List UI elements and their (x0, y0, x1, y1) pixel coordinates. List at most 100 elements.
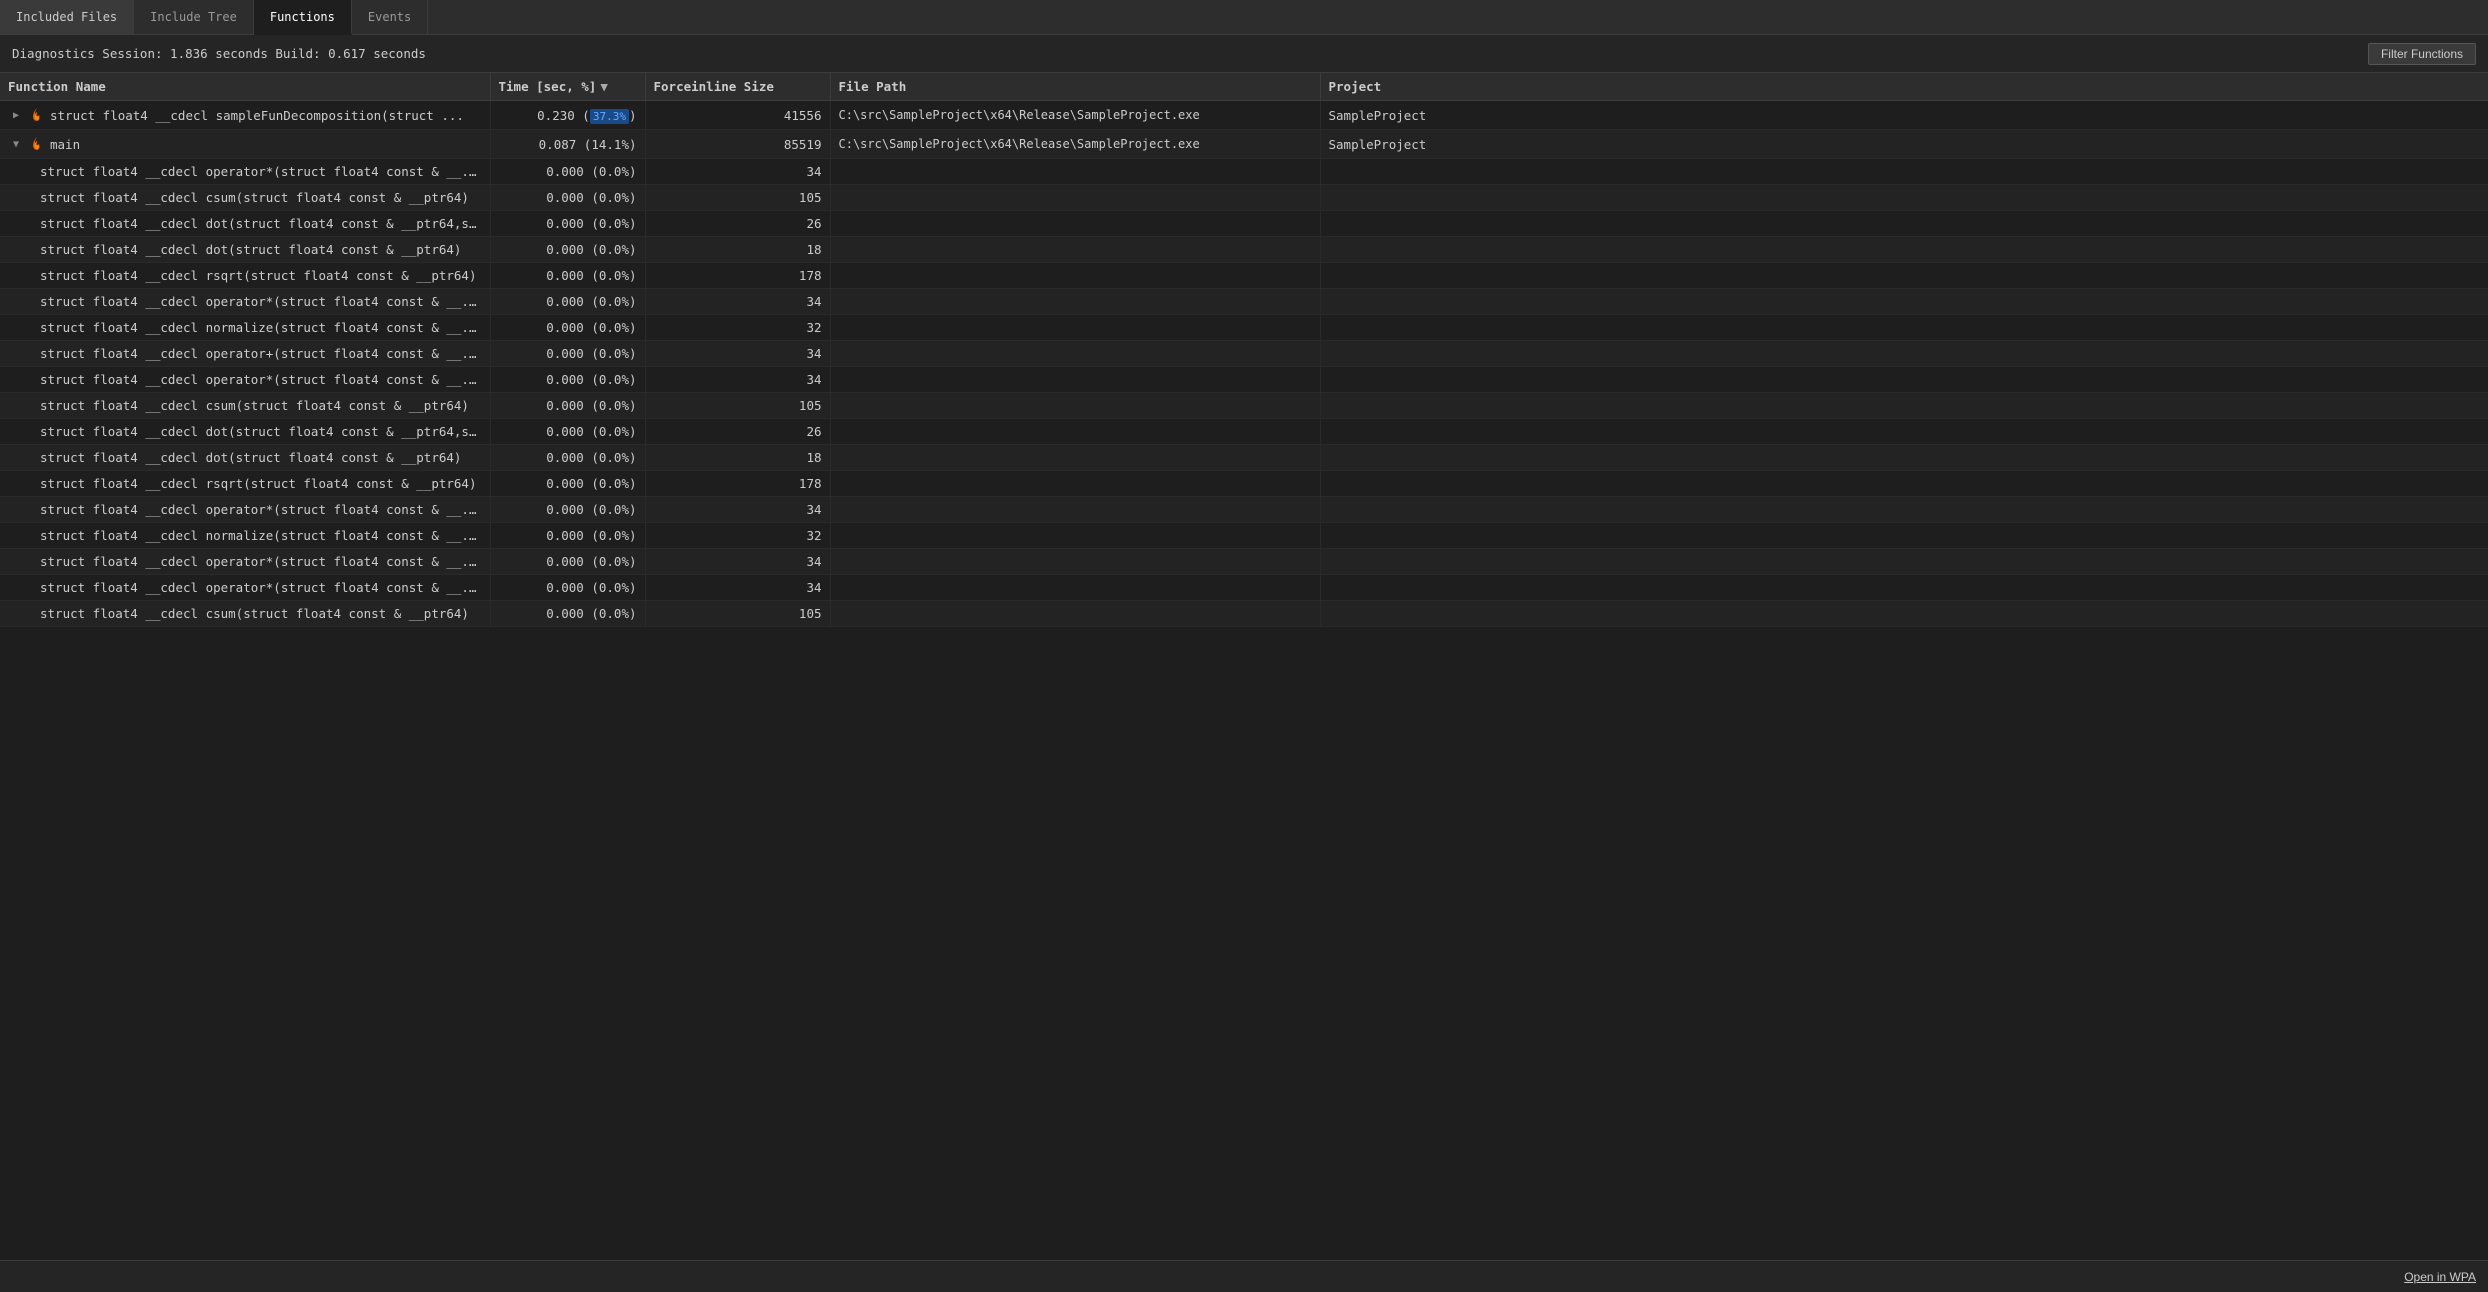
function-name-text: struct float4 __cdecl rsqrt(struct float… (40, 476, 477, 491)
cell-forceinline-size: 34 (645, 575, 830, 601)
table-row[interactable]: struct float4 __cdecl dot(struct float4 … (0, 211, 2488, 237)
open-in-wpa-button[interactable]: Open in WPA (2404, 1270, 2476, 1284)
cell-forceinline-size: 34 (645, 341, 830, 367)
table-header-row: Function NameTime [sec, %] ▼Forceinline … (0, 73, 2488, 101)
function-name-text: struct float4 __cdecl dot(struct float4 … (40, 242, 461, 257)
table-row[interactable]: struct float4 __cdecl normalize(struct f… (0, 315, 2488, 341)
table-row[interactable]: ▼ main0.087 (14.1%)85519C:\src\SamplePro… (0, 130, 2488, 159)
table-row[interactable]: struct float4 __cdecl rsqrt(struct float… (0, 263, 2488, 289)
tab-functions[interactable]: Functions (254, 0, 352, 35)
cell-project (1320, 341, 2488, 367)
cell-project (1320, 315, 2488, 341)
session-info: Diagnostics Session: 1.836 seconds Build… (12, 46, 426, 61)
cell-project (1320, 211, 2488, 237)
function-name-text: struct float4 __cdecl operator*(struct f… (40, 554, 482, 569)
cell-time: 0.000 (0.0%) (490, 497, 645, 523)
cell-function-name: struct float4 __cdecl rsqrt(struct float… (0, 471, 490, 497)
cell-forceinline-size: 34 (645, 549, 830, 575)
tab-included-files[interactable]: Included Files (0, 0, 134, 34)
function-name-text: struct float4 __cdecl dot(struct float4 … (40, 450, 461, 465)
cell-file-path (830, 159, 1320, 185)
cell-function-name: struct float4 __cdecl csum(struct float4… (0, 601, 490, 627)
table-row[interactable]: struct float4 __cdecl csum(struct float4… (0, 393, 2488, 419)
table-row[interactable]: struct float4 __cdecl dot(struct float4 … (0, 237, 2488, 263)
cell-forceinline-size: 85519 (645, 130, 830, 159)
cell-forceinline-size: 26 (645, 211, 830, 237)
cell-forceinline-size: 105 (645, 185, 830, 211)
table-row[interactable]: ▶ struct float4 __cdecl sampleFunDecompo… (0, 101, 2488, 130)
table-row[interactable]: struct float4 __cdecl rsqrt(struct float… (0, 471, 2488, 497)
cell-function-name: struct float4 __cdecl operator*(struct f… (0, 289, 490, 315)
cell-project (1320, 367, 2488, 393)
cell-file-path (830, 601, 1320, 627)
function-name-text: struct float4 __cdecl operator*(struct f… (40, 502, 482, 517)
function-name-text: struct float4 __cdecl normalize(struct f… (40, 320, 482, 335)
flame-icon (28, 135, 46, 153)
tab-include-tree[interactable]: Include Tree (134, 0, 254, 34)
cell-forceinline-size: 41556 (645, 101, 830, 130)
cell-forceinline-size: 32 (645, 315, 830, 341)
table-row[interactable]: struct float4 __cdecl dot(struct float4 … (0, 445, 2488, 471)
table-row[interactable]: struct float4 __cdecl operator*(struct f… (0, 575, 2488, 601)
table-row[interactable]: struct float4 __cdecl operator+(struct f… (0, 341, 2488, 367)
cell-function-name: struct float4 __cdecl dot(struct float4 … (0, 211, 490, 237)
cell-project (1320, 159, 2488, 185)
flame-icon (28, 106, 46, 124)
column-header-project: Project (1320, 73, 2488, 101)
column-header-name: Function Name (0, 73, 490, 101)
table-row[interactable]: struct float4 __cdecl normalize(struct f… (0, 523, 2488, 549)
cell-function-name: ▶ struct float4 __cdecl sampleFunDecompo… (0, 101, 490, 130)
cell-function-name: struct float4 __cdecl operator*(struct f… (0, 549, 490, 575)
cell-time: 0.000 (0.0%) (490, 419, 645, 445)
cell-forceinline-size: 178 (645, 471, 830, 497)
cell-project: SampleProject (1320, 130, 2488, 159)
cell-function-name: struct float4 __cdecl normalize(struct f… (0, 315, 490, 341)
function-name-text: struct float4 __cdecl operator+(struct f… (40, 346, 482, 361)
expand-button[interactable]: ▶ (8, 107, 24, 123)
cell-function-name: struct float4 __cdecl operator*(struct f… (0, 367, 490, 393)
cell-forceinline-size: 34 (645, 497, 830, 523)
collapse-button[interactable]: ▼ (8, 136, 24, 152)
cell-forceinline-size: 105 (645, 393, 830, 419)
tab-events[interactable]: Events (352, 0, 428, 34)
function-name-text: main (50, 137, 80, 152)
cell-time: 0.000 (0.0%) (490, 445, 645, 471)
cell-file-path (830, 471, 1320, 497)
table-row[interactable]: struct float4 __cdecl operator*(struct f… (0, 159, 2488, 185)
table-row[interactable]: struct float4 __cdecl operator*(struct f… (0, 289, 2488, 315)
cell-time: 0.000 (0.0%) (490, 601, 645, 627)
column-header-path: File Path (830, 73, 1320, 101)
column-header-time[interactable]: Time [sec, %] ▼ (490, 73, 645, 101)
table-row[interactable]: struct float4 __cdecl operator*(struct f… (0, 367, 2488, 393)
function-name-text: struct float4 __cdecl dot(struct float4 … (40, 216, 482, 231)
function-name-text: struct float4 __cdecl sampleFunDecomposi… (50, 108, 464, 123)
cell-file-path (830, 289, 1320, 315)
cell-forceinline-size: 18 (645, 445, 830, 471)
cell-file-path (830, 367, 1320, 393)
cell-time: 0.000 (0.0%) (490, 289, 645, 315)
table-row[interactable]: struct float4 __cdecl csum(struct float4… (0, 185, 2488, 211)
column-header-force: Forceinline Size (645, 73, 830, 101)
cell-file-path (830, 497, 1320, 523)
cell-forceinline-size: 105 (645, 601, 830, 627)
table-row[interactable]: struct float4 __cdecl operator*(struct f… (0, 497, 2488, 523)
cell-time: 0.000 (0.0%) (490, 471, 645, 497)
cell-forceinline-size: 26 (645, 419, 830, 445)
cell-time: 0.230 (37.3%) (490, 101, 645, 130)
cell-project (1320, 445, 2488, 471)
cell-function-name: struct float4 __cdecl csum(struct float4… (0, 185, 490, 211)
cell-time: 0.000 (0.0%) (490, 523, 645, 549)
cell-time: 0.000 (0.0%) (490, 159, 645, 185)
cell-project (1320, 185, 2488, 211)
cell-time: 0.000 (0.0%) (490, 549, 645, 575)
table-row[interactable]: struct float4 __cdecl operator*(struct f… (0, 549, 2488, 575)
function-name-text: struct float4 __cdecl operator*(struct f… (40, 580, 482, 595)
filter-functions-button[interactable]: Filter Functions (2368, 43, 2476, 65)
cell-file-path (830, 575, 1320, 601)
cell-time: 0.087 (14.1%) (490, 130, 645, 159)
tab-bar: Included FilesInclude TreeFunctionsEvent… (0, 0, 2488, 35)
cell-function-name: struct float4 __cdecl dot(struct float4 … (0, 419, 490, 445)
cell-file-path (830, 549, 1320, 575)
table-row[interactable]: struct float4 __cdecl csum(struct float4… (0, 601, 2488, 627)
table-row[interactable]: struct float4 __cdecl dot(struct float4 … (0, 419, 2488, 445)
